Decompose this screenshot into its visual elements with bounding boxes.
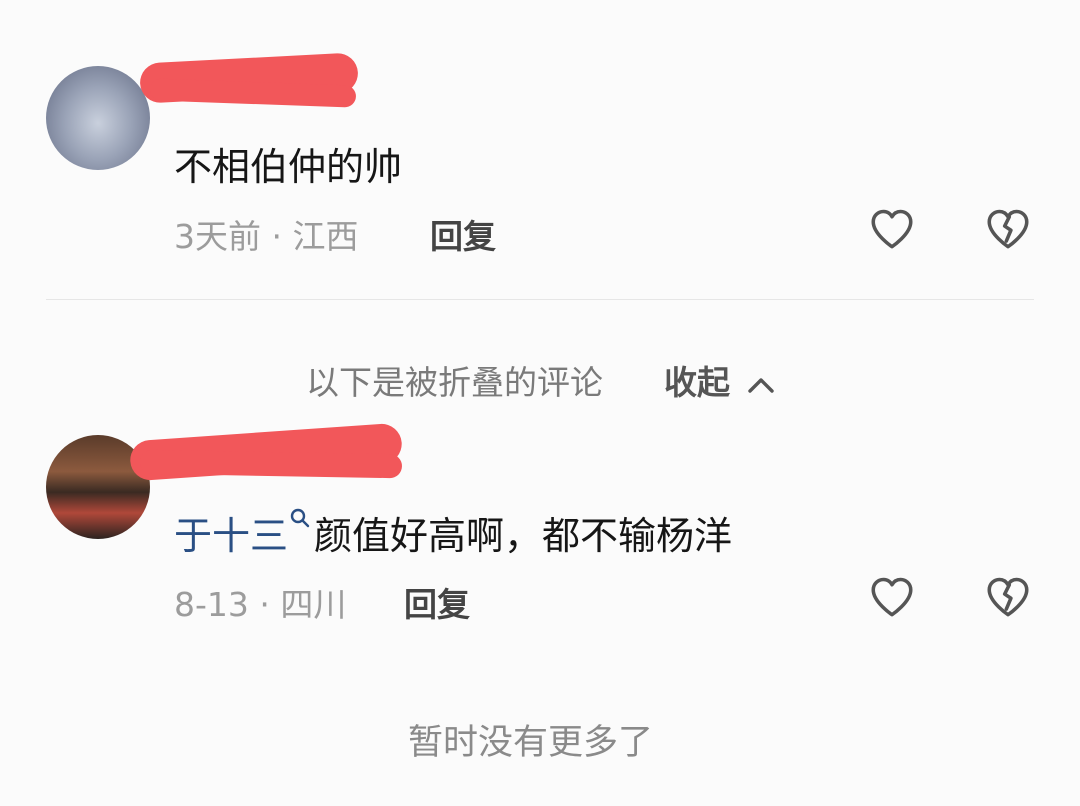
comment-body: 颜值好高啊，都不输杨洋 xyxy=(314,514,733,558)
comment-location: 四川 xyxy=(280,585,347,624)
redacted-username xyxy=(139,449,403,479)
avatar[interactable] xyxy=(46,66,150,170)
meta-separator: · xyxy=(259,585,281,624)
folded-comments-label: 以下是被折叠的评论 xyxy=(306,363,603,402)
search-icon xyxy=(290,508,310,528)
heart-icon[interactable] xyxy=(867,572,917,622)
reply-button[interactable]: 回复 xyxy=(430,210,496,258)
comment-location: 江西 xyxy=(292,217,359,256)
divider xyxy=(46,299,1034,300)
collapse-button[interactable]: 收起 xyxy=(664,356,776,404)
mention-link[interactable]: 于十三 xyxy=(174,514,288,558)
comment-meta: 8-13 · 四川 xyxy=(174,578,346,626)
comment-text: 于十三 颜值好高啊，都不输杨洋 xyxy=(174,505,732,560)
comment-text: 不相伯仲的帅 xyxy=(174,145,403,189)
comment-meta: 3天前 · 江西 xyxy=(174,210,358,258)
chevron-up-icon xyxy=(747,377,774,393)
end-of-list-label: 暂时没有更多了 xyxy=(408,723,654,763)
comment-time: 3天前 xyxy=(174,217,261,256)
broken-heart-icon[interactable] xyxy=(983,204,1033,254)
broken-heart-icon[interactable] xyxy=(983,572,1033,622)
meta-separator: · xyxy=(271,217,293,256)
comment-time: 8-13 xyxy=(174,585,249,624)
heart-icon[interactable] xyxy=(867,204,917,254)
reply-button[interactable]: 回复 xyxy=(404,578,470,626)
collapse-label: 收起 xyxy=(664,363,730,402)
